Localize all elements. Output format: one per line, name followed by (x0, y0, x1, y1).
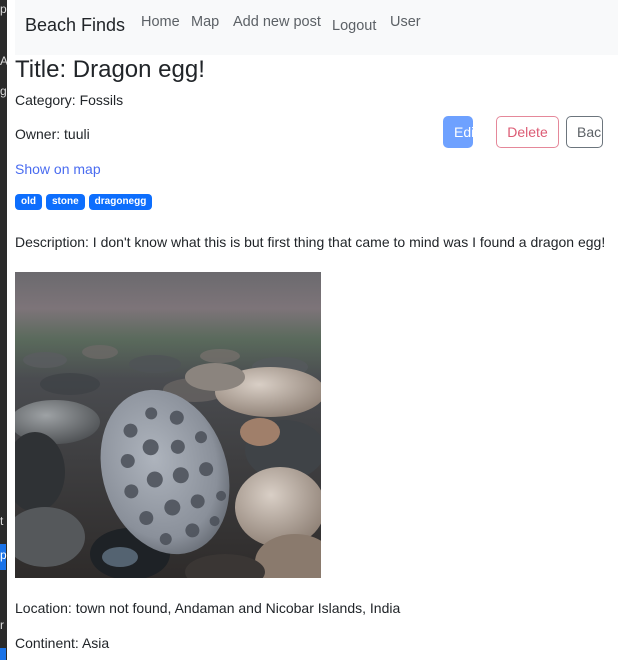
nav-link-logout[interactable]: Logout (332, 18, 376, 34)
background-window-edge: p A g t p r (0, 0, 7, 660)
back-button[interactable]: Back (566, 116, 603, 148)
edge-blue-element (0, 648, 6, 660)
tag-badge: old (15, 194, 42, 210)
post-title: Title: Dragon egg! (15, 56, 205, 83)
tag-badge: dragonegg (88, 194, 153, 210)
post-description: Description: I don't know what this is b… (15, 234, 606, 250)
edge-text-fragment: p (0, 548, 7, 562)
stone-photo-image (15, 272, 321, 578)
edge-text-fragment: g (0, 84, 7, 98)
edge-text-fragment: A (0, 54, 7, 68)
edge-text-fragment: t (0, 514, 4, 528)
post-owner: Owner: tuuli (15, 126, 90, 142)
edge-text-fragment: r (0, 618, 4, 632)
post-location: Location: town not found, Andaman and Ni… (15, 600, 401, 616)
edge-text-fragment: p (0, 2, 7, 16)
edit-button[interactable]: Edit (443, 116, 473, 148)
tag-list: old stone dragonegg (15, 194, 153, 210)
post-photo (15, 272, 321, 578)
show-on-map-link[interactable]: Show on map (15, 161, 101, 177)
post-category: Category: Fossils (15, 92, 124, 108)
tag-badge: stone (46, 194, 85, 210)
nav-link-map[interactable]: Map (191, 14, 219, 30)
nav-link-add-new-post[interactable]: Add new post (233, 14, 321, 30)
nav-link-home[interactable]: Home (141, 14, 180, 30)
top-navbar: Beach Finds Home Map Add new post Logout… (15, 0, 618, 55)
nav-link-user[interactable]: User (390, 14, 421, 30)
brand-link[interactable]: Beach Finds (25, 15, 125, 36)
delete-button[interactable]: Delete (496, 116, 559, 148)
post-continent: Continent: Asia (15, 635, 110, 651)
